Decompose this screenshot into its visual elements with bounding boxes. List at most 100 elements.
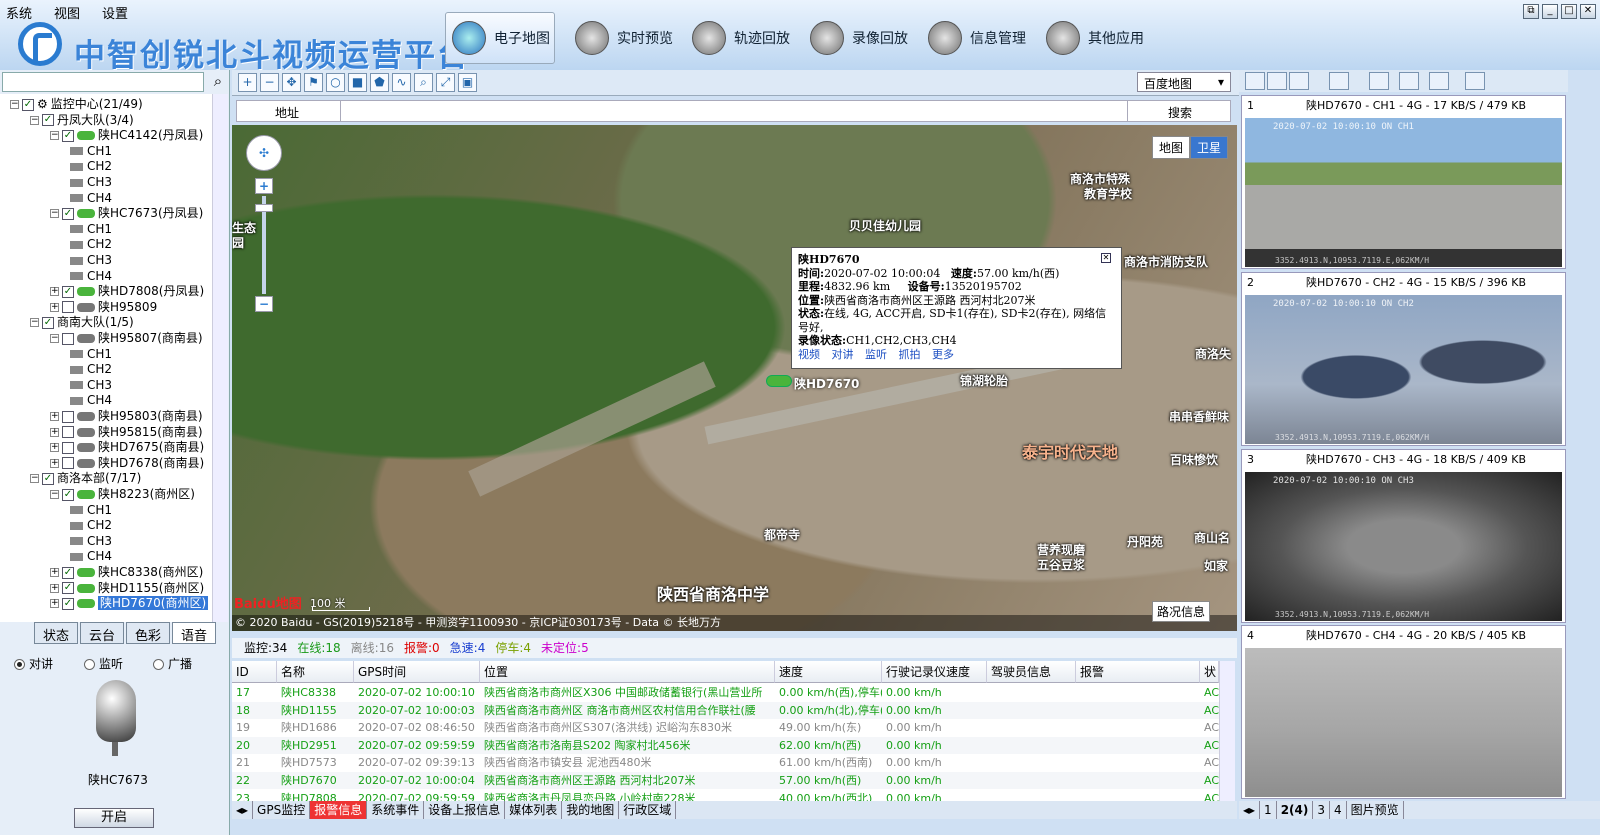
expand-toggle-icon[interactable]: − <box>10 100 19 109</box>
tree-vehicle[interactable]: − ✓ 陕HC4142(丹凤县) <box>50 127 203 143</box>
column-header[interactable]: 行驶记录仪速度 <box>882 661 987 683</box>
download-icon[interactable] <box>1267 72 1287 90</box>
checkbox[interactable]: ✓ <box>62 488 74 501</box>
video-window[interactable]: 3 陕HD7670 - CH3 - 4G - 18 KB/S / 409 KB 20… <box>1241 449 1566 623</box>
tree-vehicle[interactable]: + 陕HD7678(商南县) <box>50 455 204 471</box>
table-row[interactable]: 17 陕HC8338 2020-07-02 10:00:10 陕西省商洛市商州区X30… <box>232 684 1219 701</box>
nav-video-playback[interactable]: 录像回放 <box>810 12 908 64</box>
expand-toggle-icon[interactable]: + <box>50 427 59 437</box>
tree-channel[interactable]: CH2 <box>70 361 112 377</box>
tree-vehicle[interactable]: − ✓ 陕HC7673(丹凤县) <box>50 205 203 221</box>
upload-icon[interactable] <box>1245 72 1265 90</box>
video-page-tab[interactable]: 2(4) <box>1277 801 1314 819</box>
tab-scroll-icon[interactable]: ◂▸ <box>232 801 254 819</box>
map-pan-control-icon[interactable]: ✣ <box>246 135 282 171</box>
expand-toggle-icon[interactable]: − <box>30 115 39 125</box>
traffic-info-button[interactable]: 路况信息 <box>1152 601 1211 622</box>
nav-other-apps[interactable]: 其他应用 <box>1046 12 1144 64</box>
tree-vehicle[interactable]: + 陕H95815(商南县) <box>50 424 203 440</box>
popup-close-icon[interactable]: ✕ <box>1101 253 1111 263</box>
column-header[interactable]: ID <box>232 661 277 683</box>
expand-toggle-icon[interactable]: − <box>50 334 59 343</box>
map-type-map[interactable]: 地图 <box>1152 136 1191 159</box>
restore-icon[interactable]: ⧉ <box>1523 4 1539 19</box>
nav-info-management[interactable]: 信息管理 <box>928 12 1026 64</box>
zoom-out-tool-icon[interactable]: − <box>260 73 279 92</box>
tree-channel[interactable]: CH2 <box>70 158 112 174</box>
bottom-tab[interactable]: 报警信息 <box>310 801 368 819</box>
map-type-satellite[interactable]: 卫星 <box>1190 136 1229 159</box>
radio-broadcast[interactable]: 广播 <box>153 655 192 672</box>
bottom-tab[interactable]: 设备上报信息 <box>424 801 506 819</box>
tree-channel[interactable]: CH2 <box>70 236 112 252</box>
circle-tool-icon[interactable]: ○ <box>326 73 345 92</box>
open-intercom-button[interactable]: 开启 <box>74 808 154 828</box>
checkbox[interactable]: ✓ <box>62 582 74 595</box>
tree-channel[interactable]: CH3 <box>70 252 112 268</box>
zoom-out-icon[interactable]: − <box>255 296 273 312</box>
tree-group[interactable]: − ✓ 丹凤大队(3/4) <box>30 112 134 128</box>
table-row[interactable]: 22 陕HD7670 2020-07-02 10:00:04 陕西省商洛市商州区王源路… <box>232 772 1219 789</box>
checkbox[interactable] <box>62 301 74 314</box>
polygon-tool-icon[interactable]: ⬟ <box>370 73 389 92</box>
minimize-icon[interactable]: _ <box>1542 4 1558 19</box>
checkbox[interactable] <box>62 441 74 454</box>
video-window[interactable]: 1 陕HD7670 - CH1 - 4G - 17 KB/S / 479 KB 20… <box>1241 95 1566 269</box>
tree-group[interactable]: − ✓ 商洛本部(7/17) <box>30 470 141 486</box>
fullscreen-tool-icon[interactable]: ⤢ <box>436 73 455 92</box>
popup-link-intercom[interactable]: 对讲 <box>832 348 854 361</box>
video-feed[interactable]: 2020-07-02 10:00:10 ON CH3 3352.4913.N,10… <box>1245 472 1562 621</box>
checkbox[interactable] <box>62 332 74 345</box>
video-window[interactable]: 2 陕HD7670 - CH2 - 4G - 15 KB/S / 396 KB 20… <box>1241 272 1566 446</box>
table-row[interactable]: 19 陕HD1686 2020-07-02 08:46:50 陕西省商洛市商州区S30… <box>232 719 1219 737</box>
tree-scrollbar[interactable] <box>212 94 228 622</box>
tree-vehicle[interactable]: − 陕H95807(商南县) <box>50 330 203 346</box>
column-header[interactable]: 名称 <box>277 661 354 683</box>
bottom-tab[interactable]: 我的地图 <box>562 801 620 819</box>
expand-toggle-icon[interactable]: + <box>50 568 59 577</box>
radio-intercom[interactable]: 对讲 <box>14 655 53 672</box>
expand-toggle-icon[interactable]: − <box>50 209 59 219</box>
popup-link-monitor[interactable]: 监听 <box>865 348 887 361</box>
checkbox[interactable]: ✓ <box>62 597 74 610</box>
search-tool-icon[interactable]: ⌕ <box>414 73 433 92</box>
table-row[interactable]: 20 陕HD2951 2020-07-02 09:59:59 陕西省商洛市洛南县S20… <box>232 736 1219 754</box>
tree-channel[interactable]: CH4 <box>70 190 112 206</box>
tree-channel[interactable]: CH4 <box>70 392 112 408</box>
tree-channel[interactable]: CH3 <box>70 533 112 549</box>
expand-toggle-icon[interactable]: + <box>50 287 59 297</box>
tree-channel[interactable]: CH4 <box>70 268 112 284</box>
tree-channel[interactable]: CH2 <box>70 517 112 533</box>
menu-settings[interactable]: 设置 <box>102 3 128 22</box>
tree-channel[interactable]: CH3 <box>70 174 112 190</box>
snapshot-icon[interactable] <box>1369 72 1389 90</box>
checkbox[interactable]: ✓ <box>42 316 54 329</box>
close-icon[interactable]: ✕ <box>1580 4 1596 19</box>
video-feed[interactable]: 2020-07-02 10:00:10 ON CH1 3352.4913.N,10… <box>1245 118 1562 267</box>
column-header[interactable]: 驾驶员信息 <box>987 661 1076 683</box>
zoom-in-tool-icon[interactable]: + <box>238 73 257 92</box>
map-zoom-slider[interactable]: + − <box>255 178 273 314</box>
tree-channel[interactable]: CH1 <box>70 502 112 518</box>
pan-tool-icon[interactable]: ✥ <box>282 73 301 92</box>
window-icon[interactable] <box>1329 72 1349 90</box>
tree-vehicle[interactable]: + 陕H95809 <box>50 299 157 315</box>
column-header[interactable]: GPS时间 <box>354 661 480 683</box>
polyline-tool-icon[interactable]: ∿ <box>392 73 411 92</box>
bottom-tab[interactable]: 媒体列表 <box>505 801 563 819</box>
checkbox[interactable] <box>62 457 74 470</box>
menu-view[interactable]: 视图 <box>54 3 80 22</box>
video-page-tab[interactable]: 图片预览 <box>1347 801 1404 819</box>
flag-tool-icon[interactable]: ⚑ <box>304 73 323 92</box>
map-provider-select[interactable]: 百度地图 ▾ <box>1137 72 1231 92</box>
layout-icon[interactable] <box>1289 72 1309 90</box>
expand-toggle-icon[interactable]: + <box>50 583 59 593</box>
tree-channel[interactable]: CH1 <box>70 143 112 159</box>
tab-status[interactable]: 状态 <box>34 622 79 644</box>
popup-link-more[interactable]: 更多 <box>932 348 954 361</box>
expand-toggle-icon[interactable]: − <box>50 490 59 499</box>
expand-toggle-icon[interactable]: + <box>50 599 59 609</box>
video-page-tab[interactable]: 1 <box>1260 801 1277 819</box>
table-row[interactable]: 21 陕HD7573 2020-07-02 09:39:13 陕西省商洛市镇安县 泥池… <box>232 754 1219 772</box>
stop-icon[interactable] <box>1465 72 1485 90</box>
